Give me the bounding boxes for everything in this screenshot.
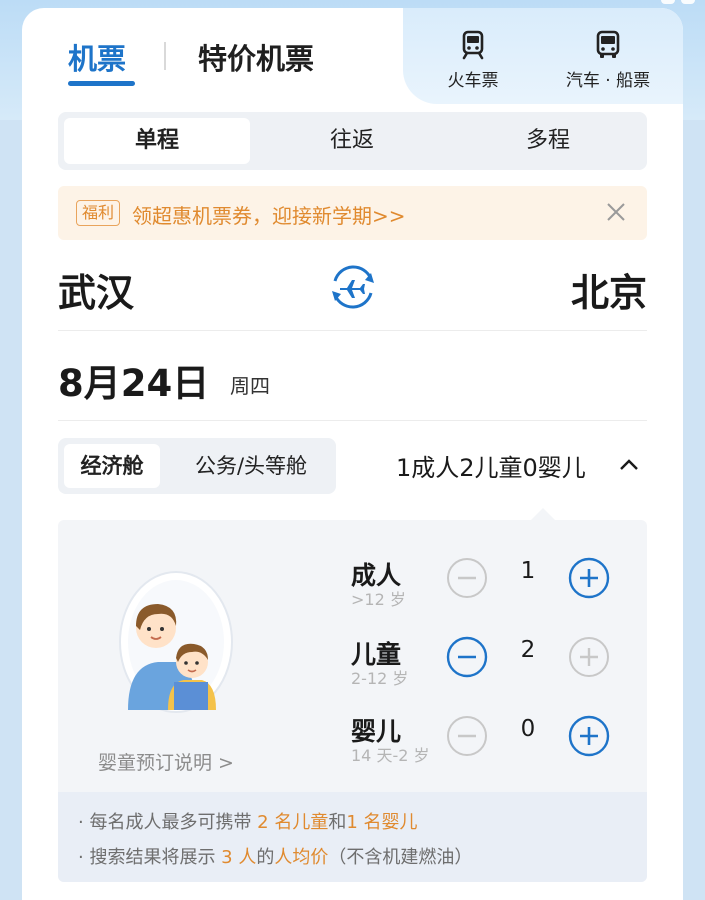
note-text: 的 (256, 847, 275, 868)
child-age-range: 2-12 岁 (351, 669, 409, 688)
note-text: 和 (328, 812, 347, 833)
note-text: · 搜索结果将展示 (78, 847, 222, 868)
train-ticket-button[interactable]: 火车票 (413, 30, 533, 91)
adult-age-range: >12 岁 (351, 590, 406, 609)
departure-weekday: 周四 (230, 374, 270, 398)
adult-decrement-minus-icon[interactable] (446, 557, 488, 599)
infant-age-range: 14 天-2 岁 (351, 746, 430, 765)
trip-type-round-trip[interactable]: 往返 (258, 118, 446, 164)
infant-booking-info-link[interactable]: 婴童预订说明 > (98, 748, 234, 775)
adult-increment-plus-icon[interactable] (568, 557, 610, 599)
note-line-1: · 每名成人最多可携带 2 名儿童和1 名婴儿 (78, 808, 418, 834)
trip-type-selector: 单程 往返 多程 (58, 112, 647, 170)
trip-type-multi-city[interactable]: 多程 (454, 118, 642, 164)
passenger-notes: · 每名成人最多可携带 2 名儿童和1 名婴儿 · 搜索结果将展示 3 人的人均… (58, 792, 647, 882)
cabin-class-selector: 经济舱 公务/头等舱 (58, 438, 336, 494)
note-highlight: 人均价 (274, 847, 329, 868)
tab-special-flight[interactable]: 特价机票 (198, 36, 314, 78)
close-icon[interactable] (603, 199, 629, 225)
bus-ship-ticket-button[interactable]: 汽车 · 船票 (548, 30, 668, 91)
passenger-summary[interactable]: 1成人2儿童0婴儿 (396, 448, 586, 483)
status-indicators (661, 0, 695, 4)
tab-divider (164, 42, 166, 70)
divider (58, 420, 647, 421)
train-ticket-label: 火车票 (447, 71, 499, 91)
trip-type-one-way[interactable]: 单程 (64, 118, 250, 164)
tab-flight[interactable]: 机票 (68, 36, 126, 78)
child-count: 2 (520, 637, 536, 663)
promo-badge: 福利 (76, 200, 121, 226)
chevron-up-icon[interactable] (618, 454, 640, 476)
train-icon (462, 30, 484, 60)
divider (58, 330, 647, 331)
infant-decrement-minus-icon[interactable] (446, 715, 488, 757)
departure-date[interactable]: 8月24日 (58, 353, 209, 407)
bus-ship-ticket-label: 汽车 · 船票 (565, 71, 651, 91)
infant-increment-plus-icon[interactable] (568, 715, 610, 757)
infant-count: 0 (520, 716, 536, 742)
arrival-city[interactable]: 北京 (571, 262, 647, 317)
family-illustration (119, 571, 233, 713)
bus-icon (596, 30, 620, 58)
adult-count: 1 (520, 558, 536, 584)
note-highlight: 1 名婴儿 (346, 812, 418, 833)
departure-city[interactable]: 武汉 (58, 262, 134, 317)
note-text: · 每名成人最多可携带 (78, 812, 258, 833)
swap-cities-icon[interactable] (327, 261, 379, 313)
cabin-business-first[interactable]: 公务/头等舱 (170, 444, 332, 488)
child-decrement-minus-icon[interactable] (446, 636, 488, 678)
promo-banner[interactable]: 福利 领超惠机票券，迎接新学期>> (58, 186, 647, 240)
child-increment-plus-icon[interactable] (568, 636, 610, 678)
note-text: （不含机建燃油） (328, 847, 473, 868)
cabin-economy[interactable]: 经济舱 (64, 444, 160, 488)
promo-text[interactable]: 领超惠机票券，迎接新学期>> (132, 200, 406, 229)
note-highlight: 2 名儿童 (257, 812, 329, 833)
search-card: 机票 特价机票 火车票 汽车 · 船票 单程 往返 多程 福利 领超惠机票券，迎… (22, 8, 683, 900)
tab-active-indicator (68, 81, 135, 86)
note-line-2: · 搜索结果将展示 3 人的人均价（不含机建燃油） (78, 843, 472, 869)
note-highlight: 3 人 (221, 847, 257, 868)
